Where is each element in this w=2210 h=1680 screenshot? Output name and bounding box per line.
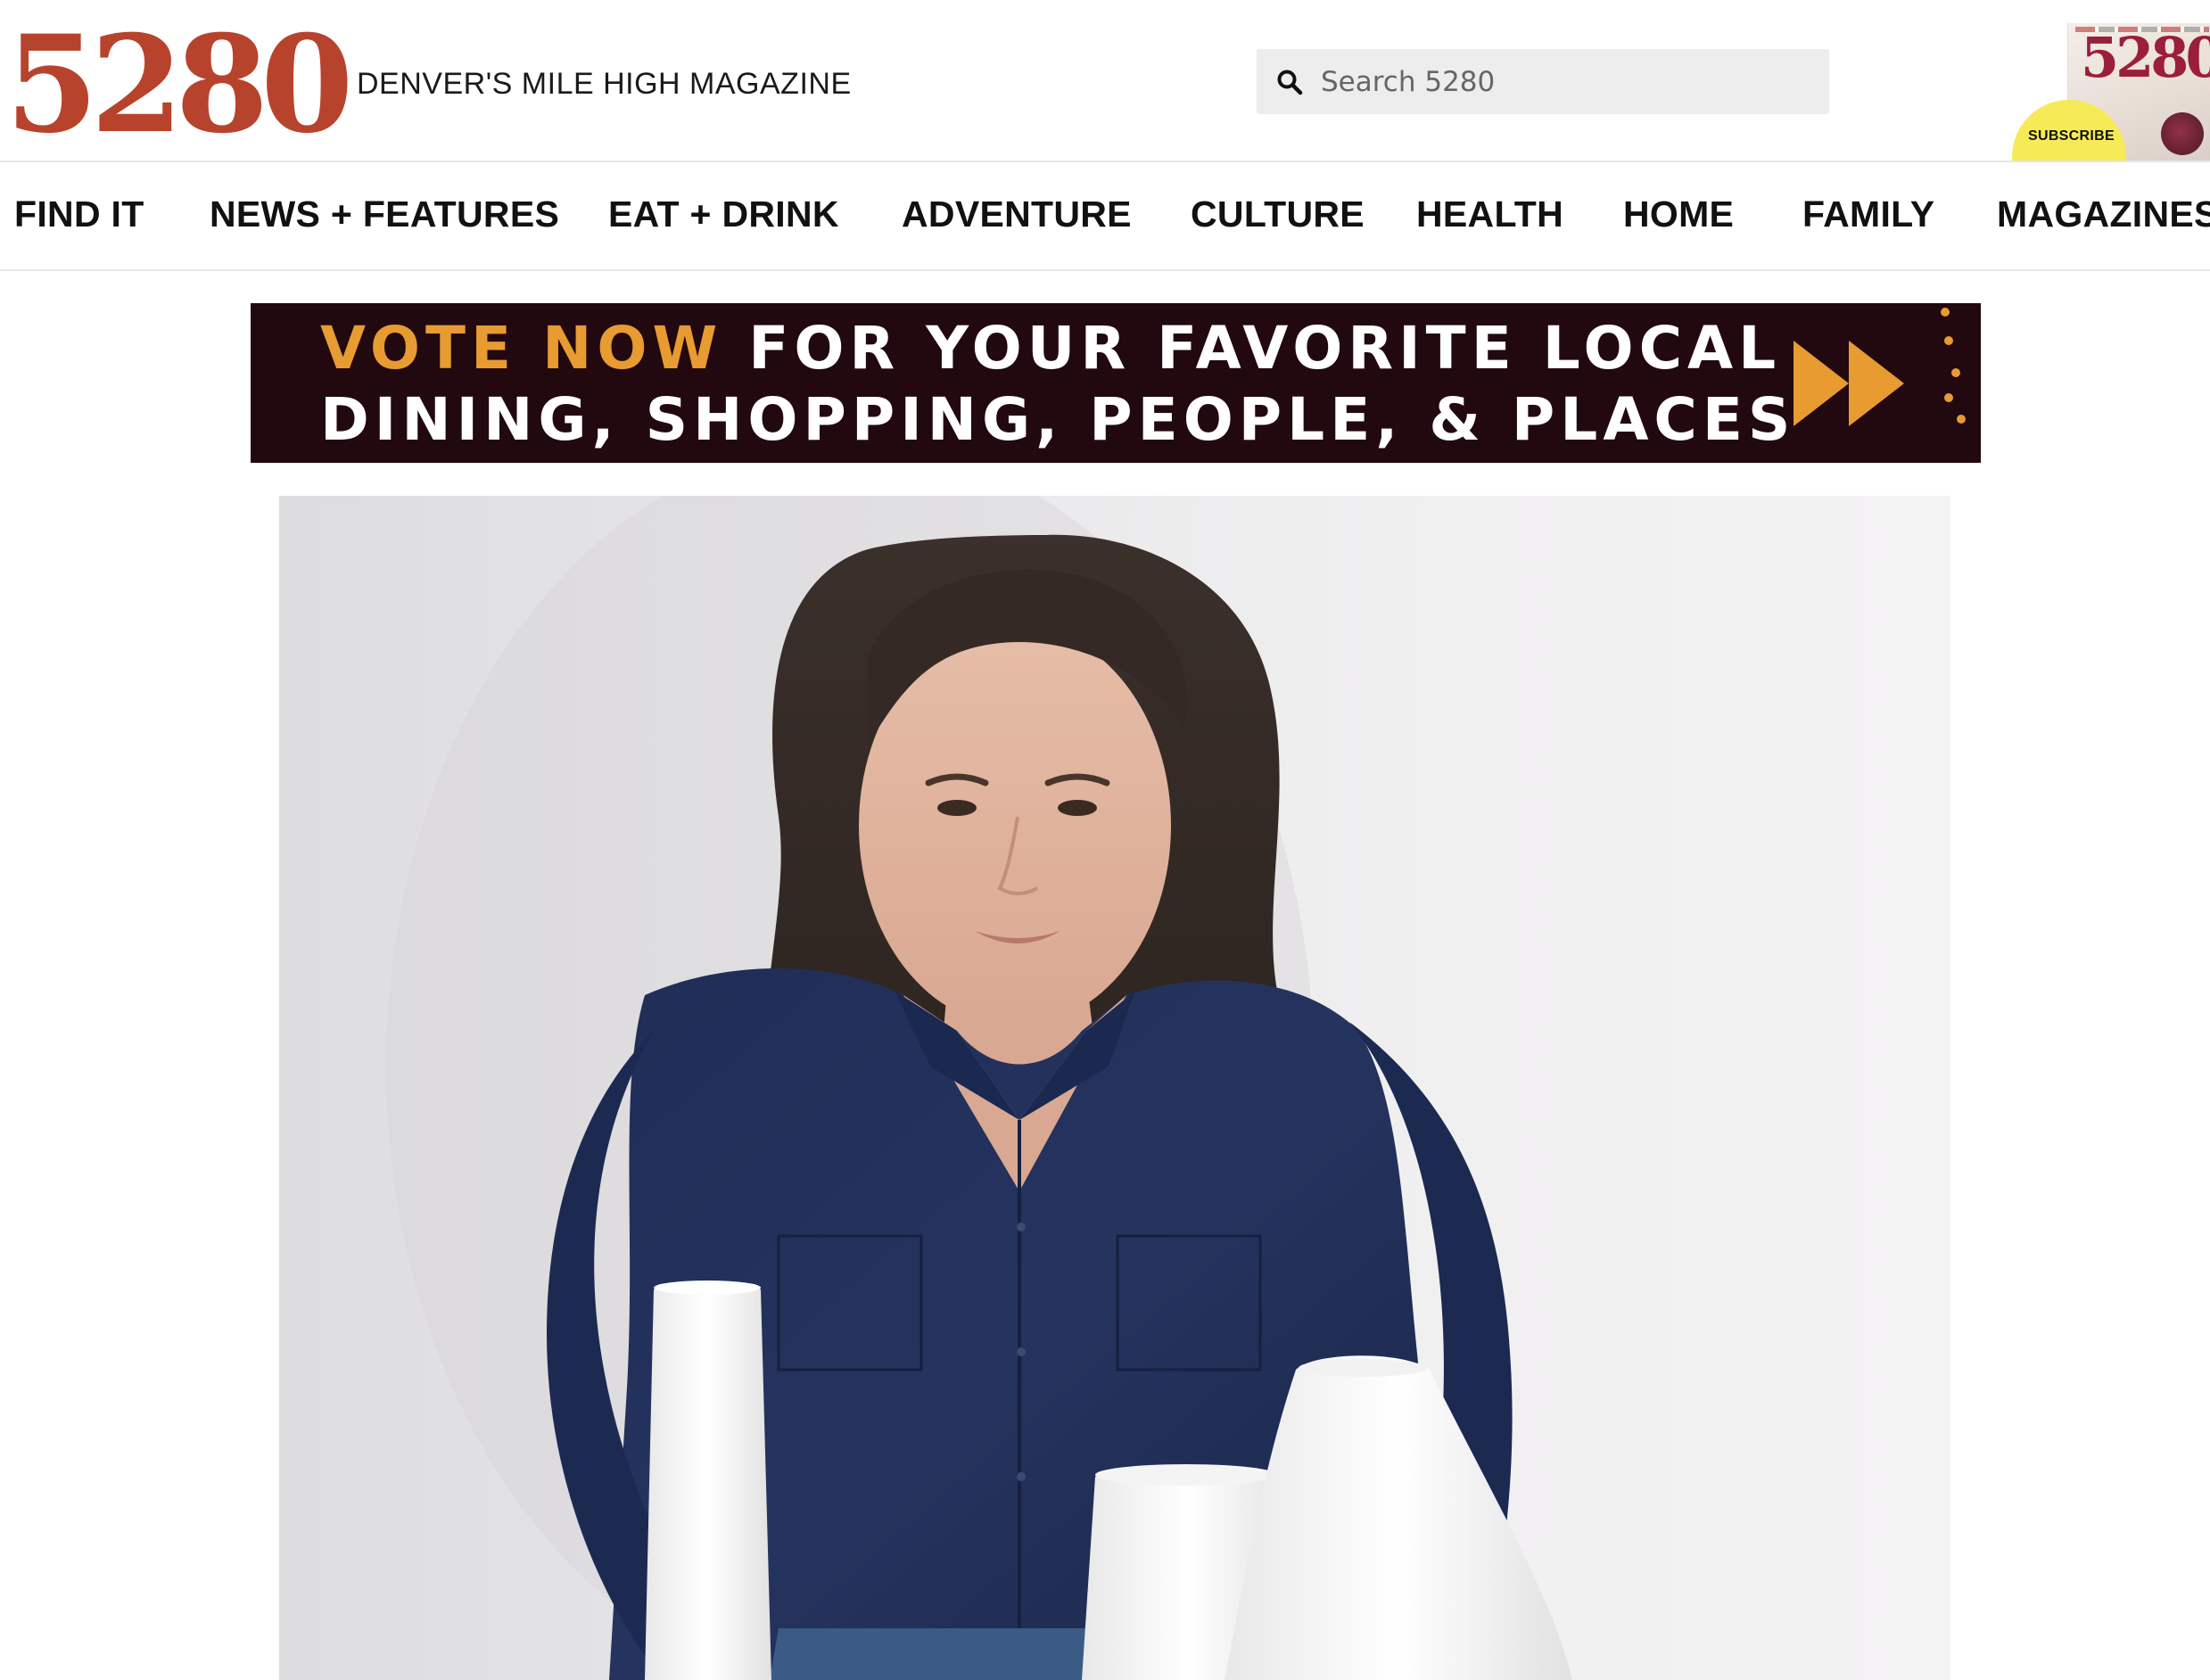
nav-item-family[interactable]: FAMILY <box>1802 189 1934 239</box>
ad-line-1: VOTE NOW FOR YOUR FAVORITE LOCAL <box>320 314 1781 383</box>
nav-item-adventure[interactable]: ADVENTURE <box>902 189 1132 239</box>
nav-item-eat-drink[interactable]: EAT + DRINK <box>608 189 839 239</box>
nav-item-home[interactable]: HOME <box>1623 189 1734 239</box>
portrait-illustration <box>386 496 1572 1680</box>
subscribe-link[interactable]: SUBSCRIBE <box>2028 128 2115 144</box>
ad-highlight: VOTE NOW <box>320 314 723 383</box>
main-nav: FIND IT NEWS + FEATURES EAT + DRINK ADVE… <box>0 162 2210 271</box>
hero-photo <box>279 496 1950 1680</box>
nav-item-magazines[interactable]: MAGAZINES <box>1997 189 2210 239</box>
vote-now-ad-banner[interactable]: VOTE NOW FOR YOUR FAVORITE LOCAL DINING,… <box>251 303 1981 463</box>
site-logo[interactable]: 5280 <box>5 18 353 152</box>
ad-line-2: DINING, SHOPPING, PEOPLE, & PLACES <box>320 385 1796 454</box>
nav-item-health[interactable]: HEALTH <box>1416 189 1563 239</box>
nav-item-find-it[interactable]: FIND IT <box>14 189 144 239</box>
nav-item-culture[interactable]: CULTURE <box>1191 189 1365 239</box>
site-tagline: DENVER'S MILE HIGH MAGAZINE <box>357 67 852 101</box>
ad-line-1-rest: FOR YOUR FAVORITE LOCAL <box>722 314 1782 383</box>
site-header: 5280 DENVER'S MILE HIGH MAGAZINE <box>0 0 2210 161</box>
search-icon[interactable] <box>1276 69 1303 95</box>
nav-item-news-features[interactable]: NEWS + FEATURES <box>210 189 559 239</box>
magazine-cover-title: 5280 <box>2081 25 2210 90</box>
search-bar[interactable] <box>1257 49 1829 114</box>
fast-forward-icon <box>1794 341 1904 426</box>
decorative-dots-icon <box>1941 308 1966 424</box>
search-input[interactable] <box>1321 54 1829 109</box>
wine-glass-image <box>2161 112 2204 155</box>
